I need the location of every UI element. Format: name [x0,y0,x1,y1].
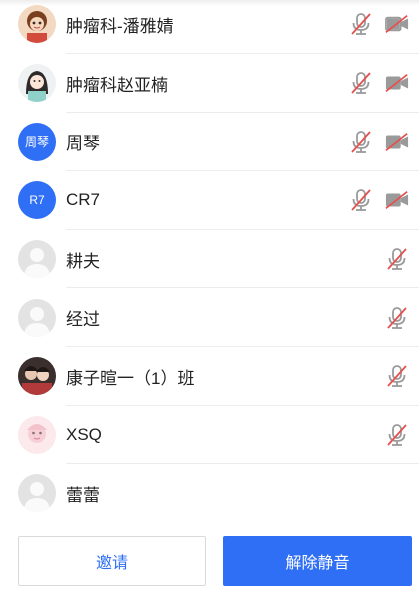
participant-name: 周琴 [66,134,100,154]
avatar-initials: R7 [29,193,45,208]
participant-row[interactable]: XSQ [0,406,419,465]
participant-name: XSQ [66,424,102,444]
mic-muted-icon [385,364,409,388]
invite-button[interactable]: 邀请 [18,536,206,586]
participant-name: 肿瘤科-潘雅婧 [66,16,174,36]
participant-name: 康子暄一（1）班 [66,368,195,388]
mic-muted-icon [349,71,373,95]
participant-row[interactable]: 周琴 周琴 [0,113,419,172]
participant-row[interactable]: 经过 [0,288,419,347]
video-off-icon [385,71,409,95]
avatar [18,415,56,454]
mic-muted-icon [385,306,409,330]
participant-name: CR7 [66,190,101,210]
default-avatar-icon [18,240,56,279]
avatar: 周琴 [18,122,56,161]
video-off-icon [385,12,409,36]
avatar [18,64,56,103]
unmute-all-button[interactable]: 解除静音 [223,536,412,586]
participant-name: 经过 [66,310,100,330]
mic-muted-icon [349,12,373,36]
participant-list: 肿瘤科-潘雅婧 肿瘤科赵亚楠 周琴 周琴 R7 CR7 耕夫 经过 康子暄一（1… [0,0,419,523]
participant-name: 蕾蕾 [66,485,100,505]
participant-row[interactable]: 耕夫 [0,230,419,289]
avatar [18,5,56,43]
mic-muted-icon [385,247,409,271]
default-avatar-icon [18,298,56,337]
avatar-initials: 周琴 [24,135,49,150]
mic-muted-icon [385,423,409,447]
avatar [18,357,56,396]
default-avatar-icon [18,474,56,513]
participant-row[interactable]: R7 CR7 [0,171,419,230]
video-off-icon [385,130,409,154]
mic-muted-icon [349,188,373,212]
participant-row[interactable]: 肿瘤科赵亚楠 [0,54,419,113]
avatar: R7 [18,181,56,220]
participant-name: 肿瘤科赵亚楠 [66,75,168,95]
mic-muted-icon [349,130,373,154]
participant-name: 耕夫 [66,251,100,271]
video-off-icon [385,188,409,212]
participant-row[interactable]: 肿瘤科-潘雅婧 [0,0,419,54]
bottom-action-bar: 邀请 解除静音 [0,530,419,595]
participant-row[interactable]: 康子暄一（1）班 [0,347,419,406]
participant-row[interactable]: 蕾蕾 [0,464,419,523]
